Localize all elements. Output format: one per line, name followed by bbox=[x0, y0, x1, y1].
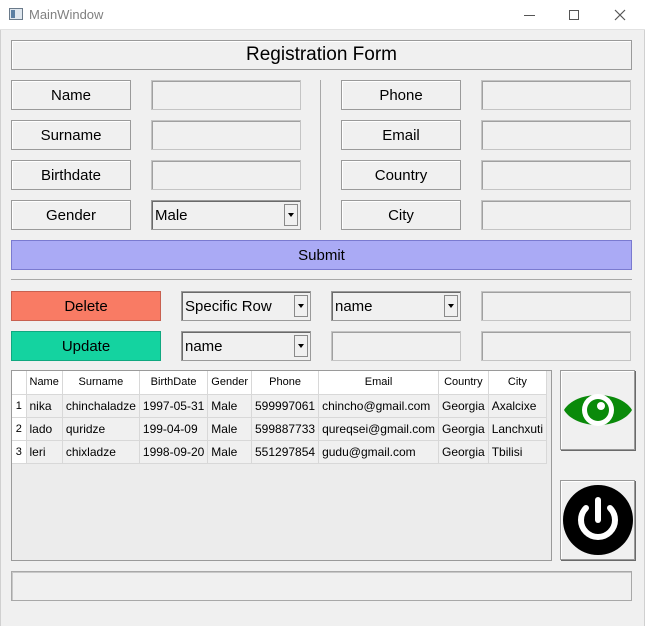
table-cell[interactable]: 599997061 bbox=[251, 394, 320, 418]
email-field[interactable] bbox=[481, 120, 631, 150]
records-grid: Name Surname BirthDate Gender Phone Emai… bbox=[12, 371, 548, 464]
close-button[interactable] bbox=[597, 0, 643, 30]
table-cell[interactable]: gudu@gmail.com bbox=[318, 440, 439, 464]
table-cell[interactable]: Georgia bbox=[438, 440, 489, 464]
view-button[interactable] bbox=[560, 370, 635, 450]
chevron-down-icon bbox=[298, 304, 304, 308]
column-header-name[interactable]: Name bbox=[26, 371, 63, 395]
table-cell[interactable]: Male bbox=[207, 440, 252, 464]
column-header-surname[interactable]: Surname bbox=[62, 371, 140, 395]
table-row[interactable]: 2 lado quridze 199-04-09 Male 599887733 … bbox=[12, 417, 548, 441]
update-field-value: name bbox=[185, 337, 223, 355]
gender-dropdown-arrow[interactable] bbox=[284, 204, 298, 226]
minimize-button[interactable] bbox=[506, 0, 552, 30]
table-cell[interactable]: Male bbox=[207, 417, 252, 441]
phone-field[interactable] bbox=[481, 80, 631, 110]
update-field-select[interactable]: name bbox=[181, 331, 311, 361]
chevron-down-icon bbox=[298, 344, 304, 348]
table-cell[interactable]: Male bbox=[207, 394, 252, 418]
birthdate-label: Birthdate bbox=[11, 160, 131, 190]
submit-button[interactable]: Submit bbox=[11, 240, 632, 270]
minimize-icon bbox=[523, 14, 535, 16]
column-header-gender[interactable]: Gender bbox=[207, 371, 252, 395]
name-field[interactable] bbox=[151, 80, 301, 110]
delete-mode-select[interactable]: Specific Row bbox=[181, 291, 311, 321]
table-cell[interactable]: quridze bbox=[62, 417, 140, 441]
phone-label: Phone bbox=[341, 80, 461, 110]
column-header-city[interactable]: City bbox=[488, 371, 548, 395]
delete-field-select[interactable]: name bbox=[331, 291, 461, 321]
update-old-value-field[interactable] bbox=[331, 331, 461, 361]
column-header-country[interactable]: Country bbox=[438, 371, 489, 395]
app-icon bbox=[9, 8, 23, 20]
table-cell[interactable]: qureqsei@gmail.com bbox=[318, 417, 439, 441]
surname-field[interactable] bbox=[151, 120, 301, 150]
table-cell[interactable]: nika bbox=[26, 394, 63, 418]
table-cell[interactable]: chincho@gmail.com bbox=[318, 394, 439, 418]
records-table[interactable]: Name Surname BirthDate Gender Phone Emai… bbox=[11, 370, 552, 561]
horizontal-divider bbox=[11, 279, 632, 280]
row-number[interactable]: 2 bbox=[12, 417, 27, 441]
table-row[interactable]: 3 leri chixladze 1998-09-20 Male 5512978… bbox=[12, 440, 548, 464]
table-cell[interactable]: leri bbox=[26, 440, 63, 464]
power-icon bbox=[562, 485, 633, 555]
update-button[interactable]: Update bbox=[11, 331, 161, 361]
row-number[interactable]: 1 bbox=[12, 394, 27, 418]
birthdate-field[interactable] bbox=[151, 160, 301, 190]
chevron-down-icon bbox=[448, 304, 454, 308]
table-cell[interactable]: Axalcixe bbox=[488, 394, 548, 418]
gender-select-value: Male bbox=[155, 206, 188, 224]
country-label: Country bbox=[341, 160, 461, 190]
main-window-client: Registration Form Name Surname Birthdate… bbox=[0, 30, 645, 626]
maximize-button[interactable] bbox=[551, 0, 597, 30]
name-label: Name bbox=[11, 80, 131, 110]
vertical-divider bbox=[320, 80, 321, 230]
chevron-down-icon bbox=[288, 213, 294, 217]
form-title: Registration Form bbox=[11, 40, 632, 70]
update-field-dropdown-arrow[interactable] bbox=[294, 335, 308, 357]
table-cell[interactable]: 1997-05-31 bbox=[139, 394, 209, 418]
table-cell[interactable]: chinchaladze bbox=[62, 394, 140, 418]
table-cell[interactable]: 599887733 bbox=[251, 417, 320, 441]
email-label: Email bbox=[341, 120, 461, 150]
update-new-value-field[interactable] bbox=[481, 331, 631, 361]
surname-label: Surname bbox=[11, 120, 131, 150]
window-title: MainWindow bbox=[29, 7, 104, 22]
table-cell[interactable]: Georgia bbox=[438, 394, 489, 418]
maximize-icon bbox=[569, 10, 579, 20]
city-field[interactable] bbox=[481, 200, 631, 230]
table-row[interactable]: 1 nika chinchaladze 1997-05-31 Male 5999… bbox=[12, 394, 548, 418]
table-cell[interactable]: lado bbox=[26, 417, 63, 441]
row-number[interactable]: 3 bbox=[12, 440, 27, 464]
table-cell[interactable]: 551297854 bbox=[251, 440, 320, 464]
close-icon bbox=[614, 9, 626, 21]
exit-button[interactable] bbox=[560, 480, 635, 560]
gender-select[interactable]: Male bbox=[151, 200, 301, 230]
table-cell[interactable]: 199-04-09 bbox=[139, 417, 209, 441]
delete-mode-value: Specific Row bbox=[185, 297, 272, 315]
table-cell[interactable]: 1998-09-20 bbox=[139, 440, 209, 464]
column-header-birthdate[interactable]: BirthDate bbox=[139, 371, 209, 395]
table-header-row: Name Surname BirthDate Gender Phone Emai… bbox=[12, 371, 548, 395]
table-corner[interactable] bbox=[12, 371, 27, 395]
column-header-phone[interactable]: Phone bbox=[251, 371, 320, 395]
gender-label: Gender bbox=[11, 200, 131, 230]
column-header-email[interactable]: Email bbox=[318, 371, 439, 395]
eye-icon bbox=[563, 394, 632, 426]
delete-field-dropdown-arrow[interactable] bbox=[444, 295, 458, 317]
status-field[interactable] bbox=[11, 571, 632, 601]
delete-mode-dropdown-arrow[interactable] bbox=[294, 295, 308, 317]
delete-button[interactable]: Delete bbox=[11, 291, 161, 321]
country-field[interactable] bbox=[481, 160, 631, 190]
delete-field-value: name bbox=[335, 297, 373, 315]
table-cell[interactable]: chixladze bbox=[62, 440, 140, 464]
table-cell[interactable]: Georgia bbox=[438, 417, 489, 441]
delete-value-field[interactable] bbox=[481, 291, 631, 321]
city-label: City bbox=[341, 200, 461, 230]
title-bar: MainWindow bbox=[0, 0, 645, 30]
table-cell[interactable]: Lanchxuti bbox=[488, 417, 548, 441]
table-cell[interactable]: Tbilisi bbox=[488, 440, 548, 464]
